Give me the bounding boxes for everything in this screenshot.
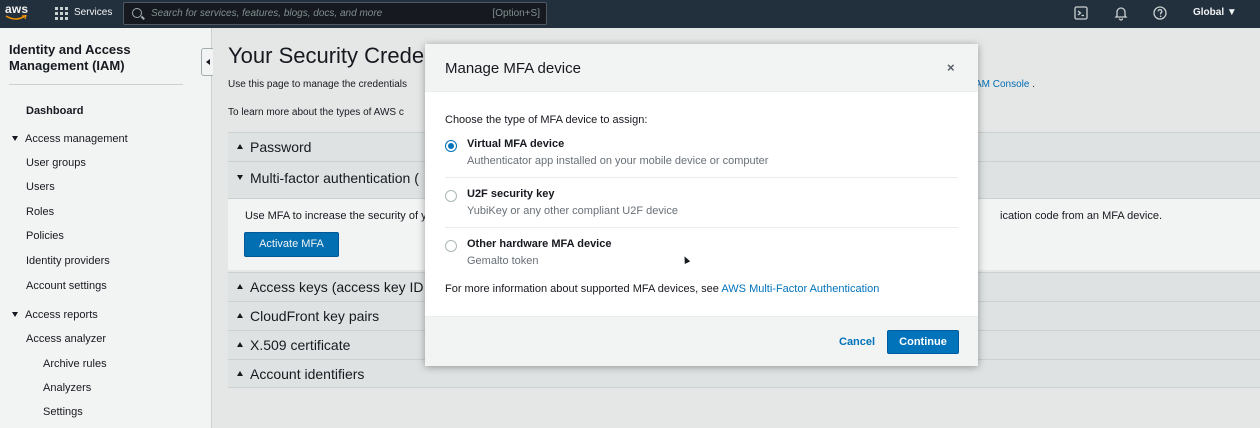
- option-other-hardware-mfa[interactable]: Other hardware MFA device Gemalto token: [445, 236, 958, 282]
- modal-footer: Cancel Continue: [425, 316, 978, 366]
- option-title: Other hardware MFA device: [467, 238, 612, 250]
- option-title: Virtual MFA device: [467, 138, 565, 150]
- modal-header: Manage MFA device ×: [425, 44, 978, 92]
- option-divider: [445, 227, 958, 228]
- option-description: YubiKey or any other compliant U2F devic…: [467, 205, 678, 217]
- option-divider: [445, 177, 958, 178]
- option-title: U2F security key: [467, 188, 555, 200]
- option-description: Gemalto token: [467, 255, 539, 267]
- cancel-button[interactable]: Cancel: [839, 336, 875, 348]
- modal-title: Manage MFA device: [445, 60, 581, 77]
- radio-virtual-mfa[interactable]: [445, 140, 457, 152]
- more-info-label: For more information about supported MFA…: [445, 283, 722, 295]
- option-u2f-security-key[interactable]: U2F security key YubiKey or any other co…: [445, 186, 958, 232]
- radio-hardware-mfa[interactable]: [445, 240, 457, 252]
- option-virtual-mfa-device[interactable]: Virtual MFA device Authenticator app ins…: [445, 136, 958, 182]
- continue-button[interactable]: Continue: [887, 330, 959, 354]
- radio-u2f-key[interactable]: [445, 190, 457, 202]
- option-description: Authenticator app installed on your mobi…: [467, 155, 769, 167]
- manage-mfa-dialog: Manage MFA device × Choose the type of M…: [425, 44, 978, 366]
- more-info-text: For more information about supported MFA…: [445, 283, 879, 295]
- close-icon[interactable]: ×: [947, 60, 955, 75]
- mfa-type-prompt: Choose the type of MFA device to assign:: [445, 114, 648, 126]
- aws-mfa-docs-link[interactable]: AWS Multi-Factor Authentication: [721, 283, 879, 295]
